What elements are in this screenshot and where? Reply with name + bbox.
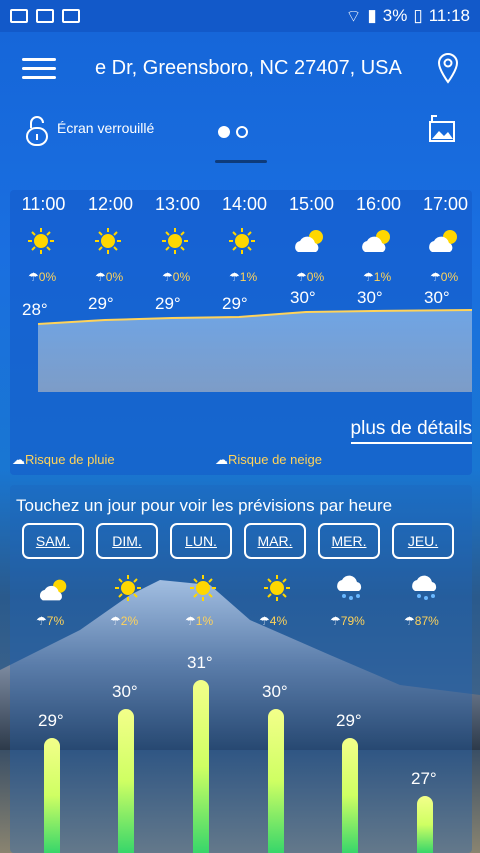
umbrella-rain-icon: ☂	[363, 270, 374, 284]
day-rain-chance: ☂87%	[404, 614, 439, 628]
sun-icon	[28, 228, 54, 254]
sun-icon	[190, 575, 216, 601]
top-bar: e Dr, Greensboro, NC 27407, USA	[0, 40, 480, 100]
rain-chance: ☂1%	[363, 270, 392, 284]
sun-icon	[264, 575, 290, 601]
sun-icon	[162, 228, 188, 254]
day-tab[interactable]: JEU.	[392, 523, 454, 559]
day-tabs: SAM. DIM. LUN. MAR. MER. JEU.	[22, 523, 466, 559]
temperature-area-chart	[38, 309, 472, 392]
hour-row: 11:00 12:00 13:00 14:00 15:00 16:00 17:0…	[10, 194, 472, 215]
umbrella-rain-icon: ☂	[185, 614, 196, 628]
battery-percent: 3%	[382, 6, 408, 25]
day-rain-chance: ☂2%	[110, 614, 139, 628]
partly-cloudy-icon	[429, 230, 457, 252]
menu-icon[interactable]	[22, 58, 56, 82]
day-temp: 31°	[187, 653, 213, 672]
snow-cloud-icon: ☁	[215, 452, 228, 467]
day-temp: 30°	[112, 682, 138, 701]
day-tab[interactable]: MER.	[318, 523, 380, 559]
day-temp: 29°	[38, 711, 64, 730]
hour-label: 16:00	[355, 194, 402, 214]
rain-cloud-icon	[337, 575, 362, 600]
umbrella-rain-icon: ☂	[28, 270, 39, 284]
umbrella-rain-icon: ☂	[404, 614, 415, 628]
day-temp-bar	[118, 709, 134, 853]
day-tab[interactable]: DIM.	[96, 523, 158, 559]
unlock-icon[interactable]	[24, 114, 50, 148]
day-temp: 30°	[262, 682, 288, 701]
day-temp-bar	[417, 796, 433, 853]
hour-label: 12:00	[87, 194, 134, 214]
partly-cloudy-icon	[39, 579, 67, 601]
day-temp-bar	[342, 738, 358, 853]
rain-chance: ☂0%	[95, 270, 124, 284]
daily-prompt: Touchez un jour pour voir les prévisions…	[16, 496, 393, 515]
sun-icon	[115, 575, 141, 601]
wifi-icon: ⌔	[345, 6, 362, 26]
handle-divider	[215, 160, 267, 163]
rain-cloud-icon	[412, 575, 437, 600]
page-indicator	[218, 126, 248, 138]
day-rain-chance: ☂4%	[259, 614, 288, 628]
hourly-forecast-card: 11:00 12:00 13:00 14:00 15:00 16:00 17:0…	[10, 190, 472, 475]
day-temp: 27°	[411, 769, 437, 788]
page-dot[interactable]	[236, 126, 248, 138]
day-temp-bar	[193, 680, 209, 853]
partly-cloudy-icon	[295, 230, 323, 252]
rain-chance: ☂0%	[162, 270, 191, 284]
umbrella-rain-icon: ☂	[296, 270, 307, 284]
day-rain-chance: ☂1%	[185, 614, 214, 628]
flag-notification-icon	[36, 9, 54, 23]
more-details-link[interactable]: plus de détails	[350, 418, 472, 444]
hour-label: 17:00	[422, 194, 469, 214]
gallery-notification-icon	[10, 9, 28, 23]
day-rain-chance: ☂79%	[330, 614, 365, 628]
rain-cloud-icon: ☁	[12, 452, 25, 467]
location-pin-icon[interactable]	[436, 52, 460, 84]
rain-legend: ☁Risque de pluie	[12, 452, 115, 467]
umbrella-rain-icon: ☂	[430, 270, 441, 284]
day-tab[interactable]: MAR.	[244, 523, 306, 559]
day-temp: 29°	[336, 711, 362, 730]
location-title[interactable]: e Dr, Greensboro, NC 27407, USA	[95, 57, 402, 80]
umbrella-rain-icon: ☂	[36, 614, 47, 628]
sun-icon	[95, 228, 121, 254]
lock-row: Écran verrouillé	[0, 108, 480, 158]
hour-label: 13:00	[154, 194, 201, 214]
lock-screen-label[interactable]: Écran verrouillé	[57, 120, 154, 136]
rain-chance: ☂0%	[430, 270, 459, 284]
hour-label: 11:00	[21, 194, 66, 214]
day-temp-bar	[44, 738, 60, 853]
umbrella-rain-icon: ☂	[110, 614, 121, 628]
signal-icon: ▮	[367, 6, 377, 25]
status-bar: ⌔ ▮ 3% ▯ 11:18	[0, 0, 480, 32]
day-tab[interactable]: SAM.	[22, 523, 84, 559]
page-dot-active[interactable]	[218, 126, 230, 138]
day-temp-bar	[268, 709, 284, 853]
snow-legend: ☁Risque de neige	[215, 452, 322, 467]
umbrella-rain-icon: ☂	[162, 270, 173, 284]
rain-chance: ☂1%	[229, 270, 258, 284]
clock: 11:18	[428, 6, 470, 25]
partly-cloudy-icon	[362, 230, 390, 252]
umbrella-rain-icon: ☂	[95, 270, 106, 284]
umbrella-rain-icon: ☂	[229, 270, 240, 284]
background-image-icon[interactable]	[428, 114, 456, 144]
umbrella-rain-icon: ☂	[330, 614, 341, 628]
sun-icon	[229, 228, 255, 254]
umbrella-rain-icon: ☂	[259, 614, 270, 628]
battery-icon: ▯	[413, 6, 423, 25]
rain-chance: ☂0%	[28, 270, 57, 284]
bus-notification-icon	[62, 9, 80, 23]
day-rain-chance: ☂7%	[36, 614, 65, 628]
hour-label: 14:00	[221, 194, 268, 214]
hour-label: 15:00	[288, 194, 335, 214]
day-tab[interactable]: LUN.	[170, 523, 232, 559]
rain-chance: ☂0%	[296, 270, 325, 284]
